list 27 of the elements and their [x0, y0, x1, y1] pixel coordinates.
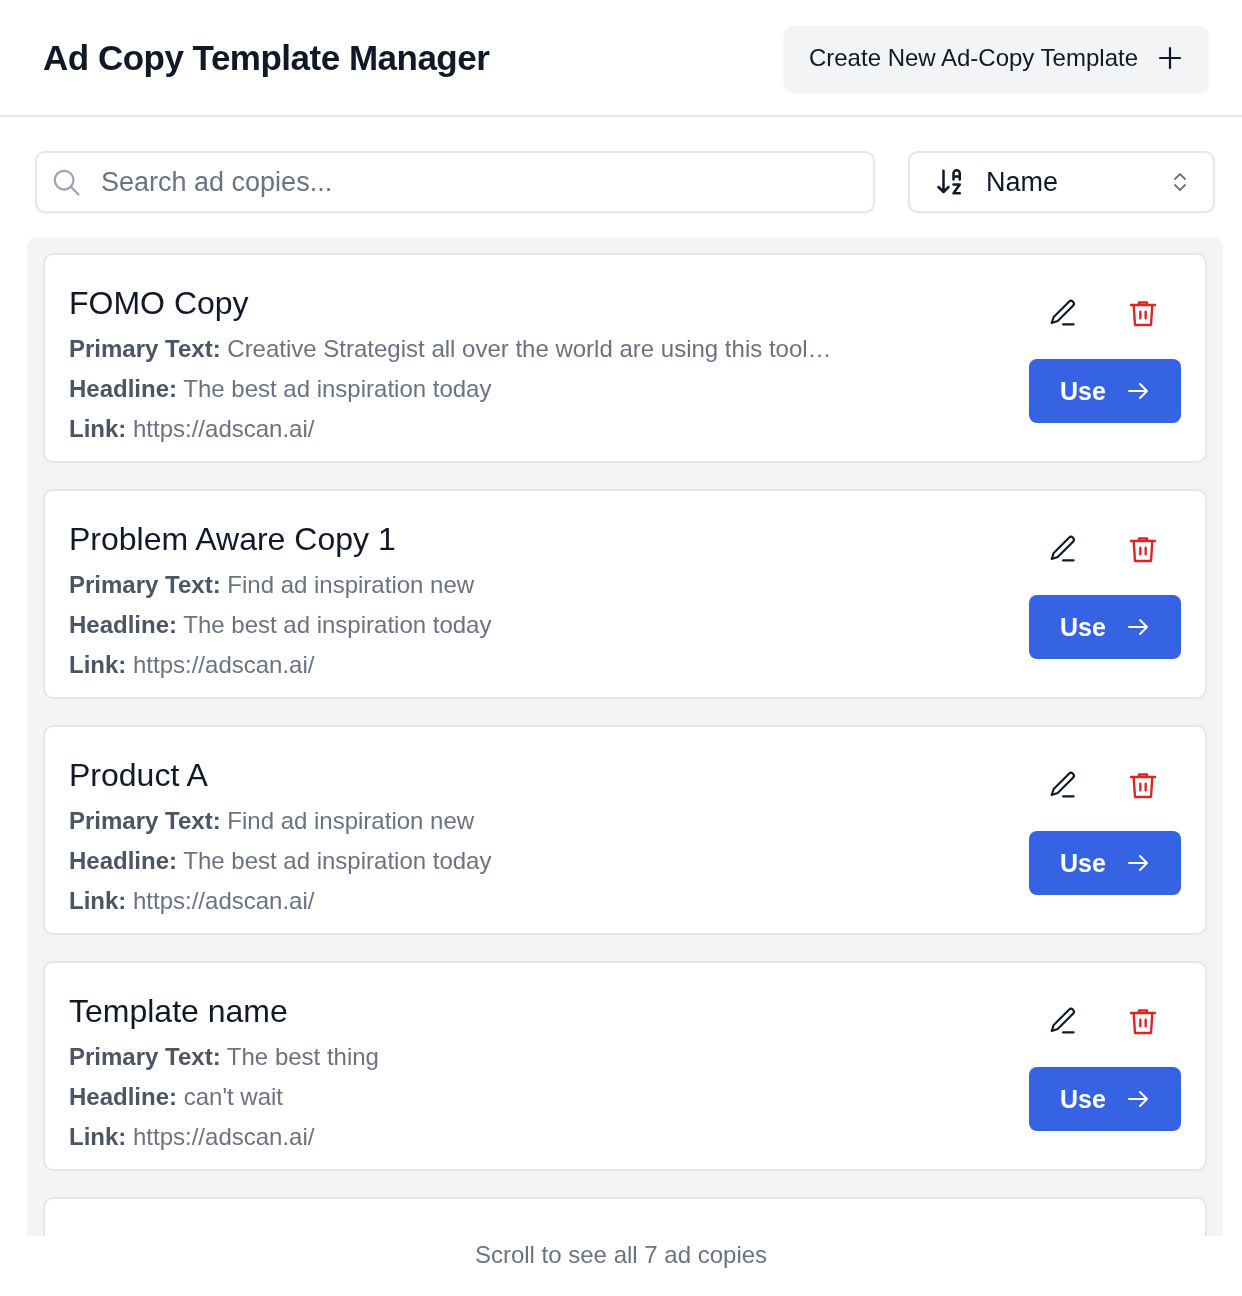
plus-icon [1158, 45, 1182, 70]
search-field[interactable]: Search ad copies... [35, 151, 875, 213]
template-detail: Primary Text: The best thing [69, 1042, 379, 1072]
template-detail: Primary Text: Find ad inspiration new [69, 806, 476, 836]
template-detail: Headline: The best ad inspiration today [69, 610, 492, 640]
template-detail: Link: https://adscan.ai/ [69, 650, 316, 680]
sort-dropdown[interactable]: Name [908, 151, 1215, 213]
template-detail: Link: https://adscan.ai/ [69, 414, 316, 444]
use-button[interactable]: Use [1029, 1067, 1181, 1131]
template-detail: Primary Text: Creative Strategist all over the world are using this tool… [69, 334, 832, 364]
use-button[interactable]: Use [1029, 359, 1181, 423]
template-detail: Headline: The best ad inspiration today [69, 374, 493, 404]
use-button[interactable]: Use [1029, 595, 1181, 659]
template-detail: Link: https://adscan.ai/ [69, 886, 316, 916]
template-detail: Link: https://adscan.ai/ [69, 1122, 316, 1152]
page-title: Ad Copy Template Manager [43, 37, 490, 78]
template-name: Problem Aware Copy 1 [69, 520, 397, 559]
template-name: Product A [69, 756, 209, 795]
use-button[interactable]: Use [1029, 831, 1181, 895]
template-detail: Primary Text: Find ad inspiration new [69, 570, 476, 600]
scroll-hint: Scroll to see all 7 ad copies [473, 1240, 769, 1269]
template-name: FOMO Copy [69, 284, 250, 323]
template-detail: Headline: can't wait [69, 1082, 284, 1112]
create-template-button[interactable]: Create New Ad-Copy Template [784, 25, 1208, 90]
template-detail: Headline: The best ad inspiration today [69, 846, 492, 876]
template-name: Template name [69, 992, 289, 1031]
chevron-updown-icon [1171, 170, 1189, 194]
